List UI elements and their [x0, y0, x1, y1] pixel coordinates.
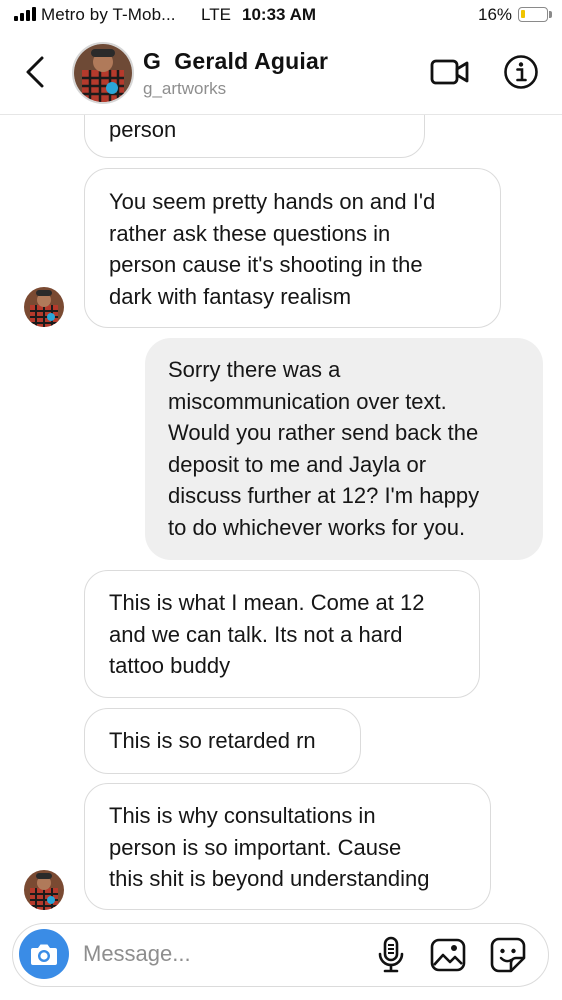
camera-button[interactable] — [19, 929, 69, 979]
battery-icon — [518, 7, 548, 22]
contact-username[interactable]: g_artworks — [143, 79, 226, 99]
battery-tip — [549, 11, 552, 18]
avatar-image — [74, 44, 132, 102]
message-bubble-received[interactable]: This is why consultations in person is s… — [84, 783, 491, 910]
conversation-header: G Gerald Aguiar g_artworks — [0, 32, 562, 115]
gallery-icon — [430, 938, 466, 972]
message-list[interactable]: person You seem pretty hands on and I'd … — [0, 0, 562, 1000]
signal-strength-icon — [14, 7, 36, 21]
gallery-button[interactable] — [429, 937, 467, 973]
status-bar: Metro by T-Mob... LTE 10:33 AM 16% — [0, 0, 562, 32]
back-button[interactable] — [18, 52, 52, 92]
microphone-icon — [378, 936, 404, 973]
voice-message-button[interactable] — [375, 936, 407, 974]
info-button[interactable] — [503, 54, 539, 90]
avatar-image — [24, 287, 64, 327]
message-composer — [12, 923, 549, 987]
contact-name[interactable]: G Gerald Aguiar — [143, 48, 328, 75]
video-camera-icon — [430, 59, 469, 85]
info-icon — [504, 55, 538, 89]
network-type: LTE — [201, 5, 231, 24]
message-input[interactable] — [83, 938, 333, 970]
battery-percent: 16% — [478, 5, 513, 24]
camera-icon — [31, 944, 57, 965]
sticker-button[interactable] — [489, 936, 527, 974]
chevron-left-icon — [26, 56, 44, 88]
message-bubble-received[interactable]: This is what I mean. Come at 12 and we c… — [84, 570, 480, 698]
sender-avatar[interactable] — [24, 870, 64, 910]
battery-level — [521, 10, 525, 18]
message-bubble-sent[interactable]: Sorry there was a miscommunication over … — [145, 338, 543, 560]
message-bubble-received[interactable]: You seem pretty hands on and I'd rather … — [84, 168, 501, 328]
contact-avatar[interactable] — [72, 42, 134, 104]
message-bubble-received[interactable]: This is so retarded rn — [84, 708, 361, 774]
sender-avatar[interactable] — [24, 287, 64, 327]
carrier-name: Metro by T-Mob... — [41, 5, 176, 24]
video-call-button[interactable] — [430, 56, 470, 88]
avatar-image — [24, 870, 64, 910]
status-time: 10:33 AM — [242, 5, 317, 24]
dm-thread-screen: person You seem pretty hands on and I'd … — [0, 0, 562, 1000]
sticker-icon — [490, 937, 526, 973]
